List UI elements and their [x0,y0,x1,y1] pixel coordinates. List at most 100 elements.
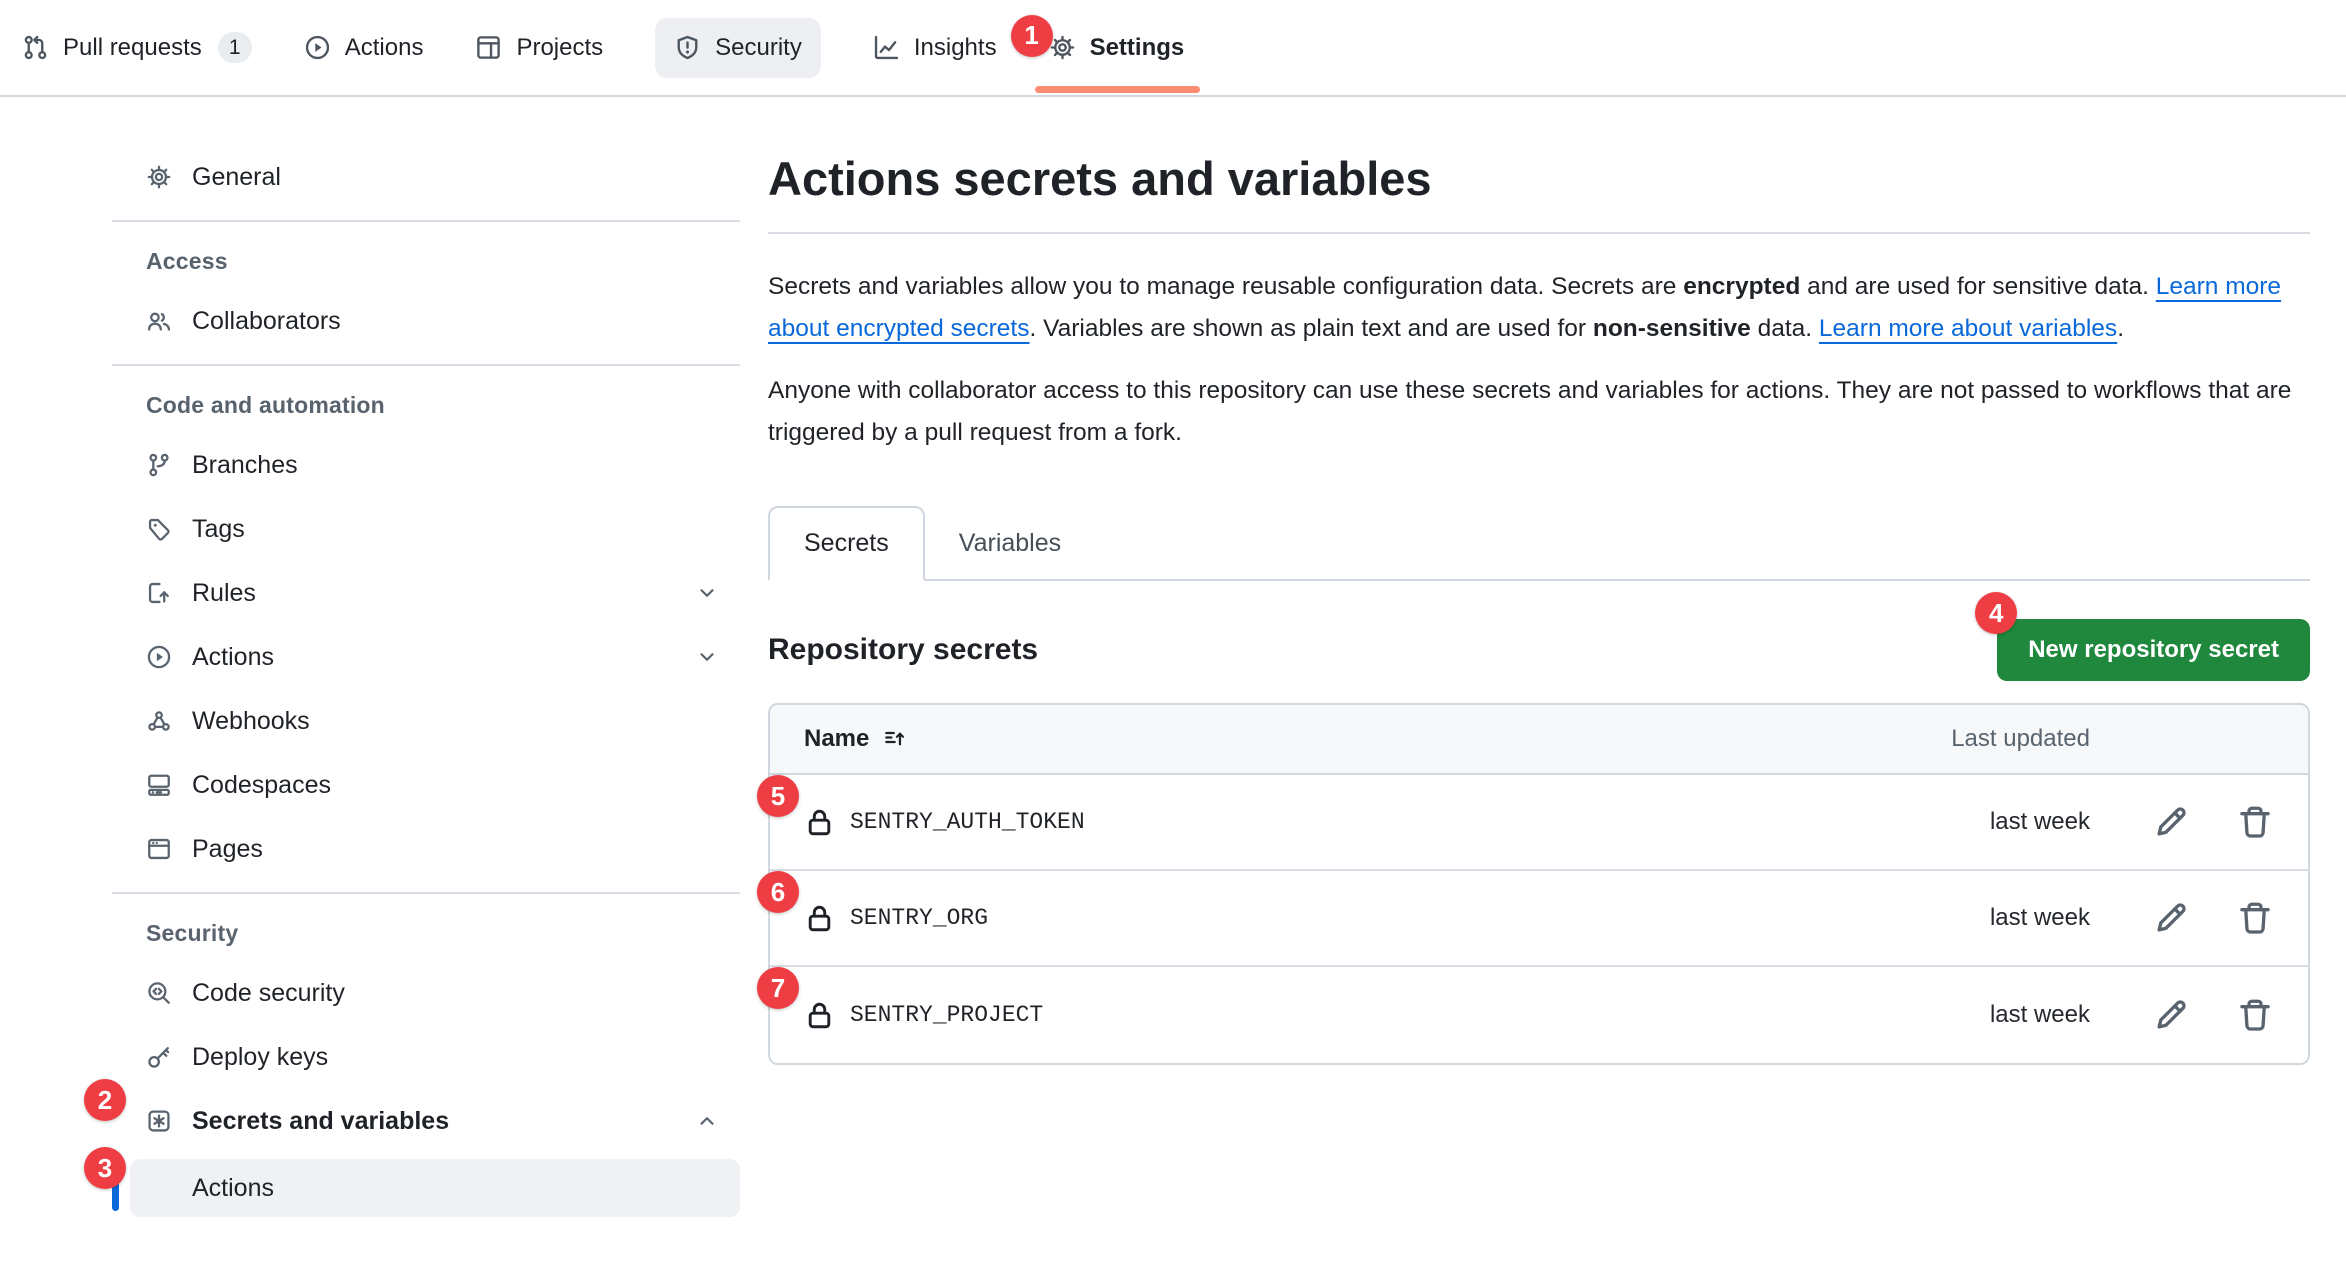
nav-tab-pull-requests[interactable]: Pull requests 1 [22,0,252,96]
repo-tab-bar: Pull requests 1 Actions Projects Securit… [0,0,2346,97]
sidebar-item-label: General [192,163,281,192]
annotation-badge-4: 4 [1975,592,2017,634]
secret-row-actions [2152,996,2274,1034]
sidebar-item-code-security[interactable]: Code security [112,961,740,1025]
edit-secret-button[interactable] [2152,996,2190,1034]
key-icon [146,1044,172,1070]
sidebar-section-access: Access [112,233,740,289]
browser-icon [146,836,172,862]
nav-tab-settings[interactable]: 1 Settings [1049,0,1185,96]
edit-secret-button[interactable] [2152,803,2190,841]
settings-sidebar: General Access Collaborators Code and au… [112,97,740,1217]
name-column-header: Name [804,725,869,753]
sidebar-item-tags[interactable]: Tags [112,497,740,561]
key-asterisk-icon [146,1108,172,1134]
non-sensitive-emphasis: non-sensitive [1593,315,1751,342]
graph-icon [873,34,900,61]
description-text: . Variables are shown as plain text and … [1030,315,1593,342]
sidebar-item-collaborators[interactable]: Collaborators [112,289,740,353]
edit-secret-button[interactable] [2152,899,2190,937]
sidebar-item-webhooks[interactable]: Webhooks [112,689,740,753]
delete-secret-button[interactable] [2236,899,2274,937]
codespaces-icon [146,772,172,798]
annotation-badge-7: 7 [757,967,799,1009]
sidebar-item-label: Codespaces [192,771,331,800]
description-text: Secrets and variables allow you to manag… [768,273,1683,300]
nav-tab-insights[interactable]: Insights [873,0,997,96]
nav-tab-label: Pull requests [63,34,202,62]
secret-name-cell: SENTRY_ORG [804,903,1940,934]
tab-variables[interactable]: Variables [925,508,1095,579]
sidebar-section-security: Security [112,905,740,961]
sidebar-item-branches[interactable]: Branches [112,433,740,497]
settings-content: Actions secrets and variables Secrets an… [768,97,2310,1065]
sidebar-item-actions[interactable]: Actions [112,625,740,689]
sidebar-divider [112,364,740,366]
secret-last-updated: last week [1940,808,2090,836]
repository-secrets-header-row: Repository secrets 4 New repository secr… [768,619,2310,681]
secret-name: SENTRY_AUTH_TOKEN [850,809,1085,835]
nav-tab-security[interactable]: Security [655,18,821,78]
chevron-up-icon[interactable] [696,1110,718,1132]
sort-by-name-header[interactable]: Name [804,725,1940,753]
secret-last-updated: last week [1940,1001,2090,1029]
gear-icon [1049,34,1076,61]
tab-secrets[interactable]: Secrets [768,506,925,581]
delete-secret-button[interactable] [2236,996,2274,1034]
description-paragraph-1: Secrets and variables allow you to manag… [768,266,2310,350]
gear-icon [146,164,172,190]
secret-row: 6 SENTRY_ORG last week [770,871,2308,967]
nav-tab-label: Projects [516,34,603,62]
lock-icon [804,807,835,838]
sidebar-item-rules[interactable]: Rules [112,561,740,625]
secret-row: 7 SENTRY_PROJECT last week [770,967,2308,1063]
nav-tab-label: Settings [1090,34,1185,62]
sidebar-divider [112,892,740,894]
play-icon [304,34,331,61]
pencil-icon [2152,899,2190,937]
description-text: and are used for sensitive data. [1800,273,2155,300]
secret-name: SENTRY_PROJECT [850,1002,1043,1028]
delete-secret-button[interactable] [2236,803,2274,841]
description-text: data. [1751,315,1819,342]
encrypted-emphasis: encrypted [1683,273,1800,300]
page-title: Actions secrets and variables [768,151,2310,206]
rules-icon [146,580,172,606]
secret-name-cell: SENTRY_AUTH_TOKEN [804,807,1940,838]
title-divider [768,232,2310,234]
new-repository-secret-button[interactable]: 4 New repository secret [1997,619,2310,681]
sidebar-item-label: Actions [192,643,274,672]
annotation-badge-5: 5 [757,775,799,817]
sidebar-item-label: Webhooks [192,707,310,736]
link-learn-more-variables[interactable]: Learn more about variables [1819,315,2117,342]
sidebar-item-general[interactable]: General [112,145,740,209]
sidebar-item-deploy-keys[interactable]: Deploy keys [112,1025,740,1089]
table-header-row: Name Last updated [770,705,2308,775]
secret-name: SENTRY_ORG [850,905,988,931]
sidebar-item-secrets-and-variables[interactable]: 2 Secrets and variables [112,1089,740,1153]
secret-last-updated: last week [1940,904,2090,932]
tag-icon [146,516,172,542]
lock-icon [804,903,835,934]
nav-tab-actions[interactable]: Actions [304,0,424,96]
repository-secrets-table: Name Last updated 5 SENTRY_AUTH_TOKEN [768,703,2310,1065]
shield-icon [674,34,701,61]
chevron-down-icon[interactable] [696,646,718,668]
secret-name-cell: SENTRY_PROJECT [804,1000,1940,1031]
sidebar-item-pages[interactable]: Pages [112,817,740,881]
nav-tab-projects[interactable]: Projects [475,0,603,96]
sidebar-subitem-actions[interactable]: Actions [130,1159,740,1217]
new-repository-secret-label: New repository secret [2028,636,2279,663]
sidebar-item-codespaces[interactable]: Codespaces [112,753,740,817]
sort-ascending-icon [883,727,907,751]
repository-secrets-title: Repository secrets [768,633,1038,667]
codescan-icon [146,980,172,1006]
description-paragraph-2: Anyone with collaborator access to this … [768,370,2310,454]
secret-row-actions [2152,899,2274,937]
nav-tab-label: Actions [345,34,424,62]
secret-row-actions [2152,803,2274,841]
annotation-badge-6: 6 [757,871,799,913]
sidebar-item-label: Deploy keys [192,1043,328,1072]
sidebar-item-label: Branches [192,451,298,480]
chevron-down-icon[interactable] [696,582,718,604]
